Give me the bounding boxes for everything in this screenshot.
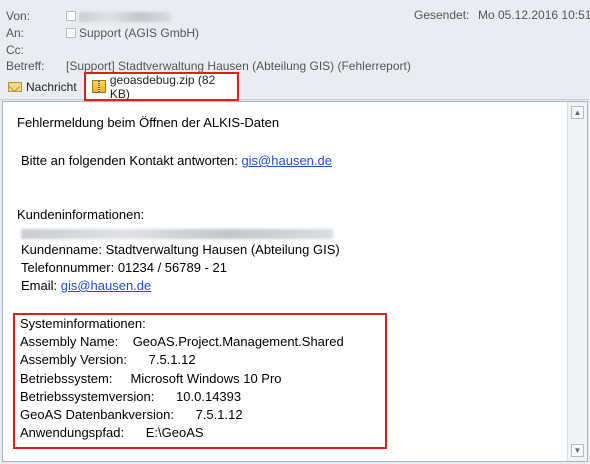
- scroll-down-icon[interactable]: ▼: [571, 444, 584, 457]
- redacted-customer-id: [21, 228, 333, 239]
- body-line-title: Fehlermeldung beim Öffnen der ALKIS-Date…: [17, 115, 280, 130]
- subject-label: Betreff:: [6, 59, 45, 73]
- cc-label: Cc:: [6, 43, 24, 57]
- to-value[interactable]: Support (AGIS GmbH): [66, 25, 199, 41]
- customer-email-line: Email: gis@hausen.de: [21, 277, 151, 295]
- sent-value: Mo 05.12.2016 10:51: [478, 8, 590, 22]
- email-prefix: Email:: [21, 278, 61, 293]
- sys-os-version: Betriebssystemversion: 10.0.14393: [20, 389, 242, 404]
- message-tab[interactable]: Nachricht: [8, 78, 77, 96]
- to-label: An:: [6, 26, 25, 40]
- from-value[interactable]: [66, 8, 171, 24]
- customer-id-redacted: [21, 224, 333, 242]
- customer-heading: Kundeninformationen:: [17, 207, 145, 222]
- sys-assembly-version: Assembly Version: 7.5.1.12: [20, 352, 196, 367]
- reply-prefix: Bitte an folgenden Kontakt antworten:: [21, 153, 242, 168]
- contact-checkbox-icon: [66, 28, 76, 38]
- sys-os: Betriebssystem: Microsoft Windows 10 Pro: [20, 371, 282, 386]
- message-tab-label: Nachricht: [26, 80, 77, 94]
- scroll-up-icon[interactable]: ▲: [571, 106, 584, 119]
- sys-assembly-name: Assembly Name: GeoAS.Project.Management.…: [20, 334, 344, 349]
- zip-file-icon: [92, 80, 106, 93]
- sys-db-version: GeoAS Datenbankversion: 7.5.1.12: [20, 407, 243, 422]
- reply-email-link[interactable]: gis@hausen.de: [241, 153, 332, 168]
- customer-name: Kundenname: Stadtverwaltung Hausen (Abte…: [21, 242, 340, 257]
- contact-checkbox-icon: [66, 11, 76, 21]
- customer-phone: Telefonnummer: 01234 / 56789 - 21: [21, 260, 227, 275]
- to-recipient: Support (AGIS GmbH): [79, 26, 200, 40]
- sys-heading: Systeminformationen:: [20, 316, 146, 331]
- message-header: Von: An: Support (AGIS GmbH) Cc: Betreff…: [0, 0, 590, 74]
- customer-email-link[interactable]: gis@hausen.de: [61, 278, 152, 293]
- attachment-file-label: geoasdebug.zip (82 KB): [109, 72, 216, 101]
- reply-line: Bitte an folgenden Kontakt antworten: gi…: [21, 152, 332, 170]
- redacted-sender: [79, 11, 171, 22]
- message-body[interactable]: Fehlermeldung beim Öffnen der ALKIS-Date…: [2, 101, 588, 462]
- attachment-file-tab[interactable]: geoasdebug.zip (82 KB): [84, 72, 239, 101]
- envelope-icon: [8, 82, 22, 92]
- from-label: Von:: [6, 9, 31, 23]
- vertical-scrollbar[interactable]: ▲ ▼: [567, 102, 587, 461]
- sys-app-path: Anwendungspfad: E:\GeoAS: [20, 425, 204, 440]
- sent-label: Gesendet:: [414, 8, 470, 22]
